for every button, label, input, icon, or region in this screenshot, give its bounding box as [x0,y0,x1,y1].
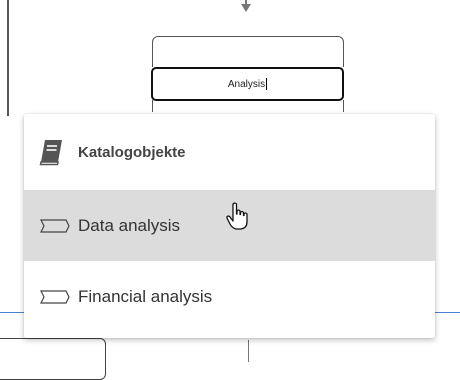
process-shape[interactable] [152,36,344,67]
connector-line [435,312,460,313]
shape-name-input[interactable]: Analysis [151,67,344,101]
process-shape-edge [152,100,153,112]
hand-pointer-icon [226,202,248,230]
function-shape-icon [40,218,70,233]
function-shape-icon [40,289,70,304]
book-icon [39,140,62,166]
autocomplete-dropdown: Katalogobjekte Data analysis Financial a… [24,114,435,338]
shape-name-text: Analysis [227,78,266,90]
suggestion-financial-analysis[interactable]: Financial analysis [24,261,435,332]
dropdown-header-label: Katalogobjekte [78,143,186,161]
suggestion-data-analysis[interactable]: Data analysis [24,190,435,261]
text-caret [266,78,268,90]
suggestion-label: Data analysis [78,215,181,235]
connector-line [0,312,24,313]
process-shape-edge [343,100,344,112]
dropdown-header: Katalogobjekte [24,114,435,190]
suggestion-label: Financial analysis [78,286,213,306]
process-shape[interactable] [0,338,106,380]
canvas-connector-line [7,0,9,116]
arrow-down-icon [241,4,251,12]
canvas-connector-line [248,340,249,362]
